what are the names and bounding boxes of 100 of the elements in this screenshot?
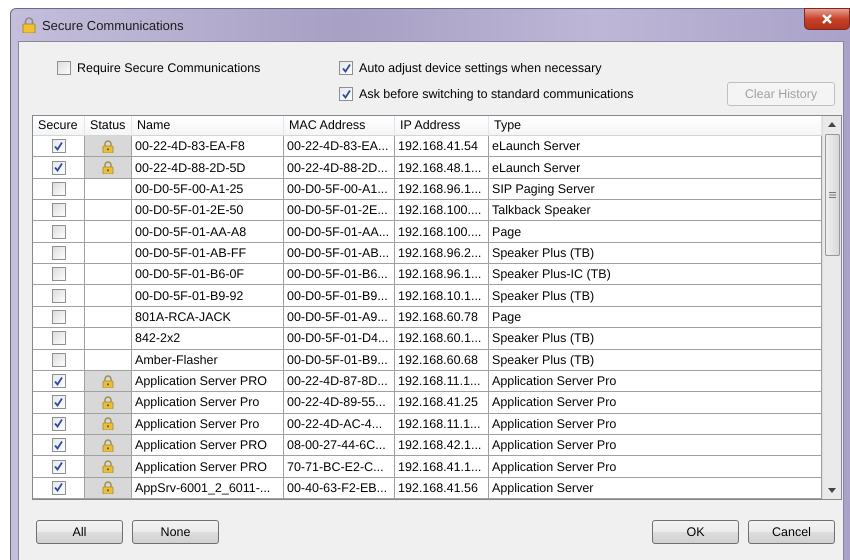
column-header[interactable]: Name [132, 116, 284, 136]
table-cell: 00-22-4D-83-EA-F8 [132, 136, 284, 158]
checkbox[interactable] [52, 139, 66, 154]
table-cell: SIP Paging Server [489, 178, 822, 200]
table-cell: 192.168.11.1... [395, 414, 489, 435]
table-cell: Amber-Flasher [132, 350, 284, 371]
scroll-up-icon[interactable] [828, 122, 836, 127]
padlock-icon [22, 17, 36, 33]
column-header[interactable]: Type [489, 116, 822, 136]
table-cell: Application Server PRO [132, 456, 284, 478]
table-cell: 00-D0-5F-01-AB... [284, 242, 395, 264]
table-cell: 00-22-4D-88-2D-5D [132, 157, 284, 179]
scroll-thumb[interactable] [824, 134, 840, 256]
column-header[interactable]: Secure [33, 116, 85, 136]
checkbox[interactable] [339, 87, 353, 101]
table-cell: 192.168.41.1... [395, 456, 489, 478]
checkbox[interactable] [52, 374, 66, 388]
table-cell: Application Server [489, 478, 822, 499]
table-cell: 192.168.96.1... [395, 264, 489, 286]
table-cell: Application Server Pro [489, 435, 822, 456]
table-cell: 00-22-4D-89-55... [284, 392, 395, 414]
table-cell: Application Server Pro [489, 392, 822, 414]
checkbox-label: Ask before switching to standard communications [359, 87, 634, 101]
table-cell: Page [489, 221, 822, 243]
checkbox[interactable] [52, 438, 66, 452]
table-cell: Application Server Pro [132, 414, 284, 435]
table-cell: 08-00-27-44-6C... [284, 435, 395, 456]
table-cell: 192.168.96.2... [395, 242, 489, 264]
checkbox[interactable] [52, 480, 66, 495]
table-cell: 00-22-4D-AC-4... [284, 414, 395, 435]
checkbox[interactable] [52, 160, 66, 174]
checkbox[interactable] [52, 288, 66, 303]
table-cell: Speaker Plus (TB) [489, 242, 822, 264]
table-cell: 192.168.41.54 [395, 136, 489, 158]
checkbox[interactable] [52, 416, 66, 431]
close-icon [821, 13, 833, 25]
table-cell: 00-D0-5F-01-B6-0F [132, 264, 284, 286]
table-cell: 192.168.10.1... [395, 285, 489, 307]
table-cell: Application Server Pro [489, 414, 822, 435]
checkbox-label: Auto adjust device settings when necessary [359, 61, 602, 75]
checkbox[interactable] [52, 224, 66, 239]
table-cell: Application Server Pro [489, 370, 822, 392]
column-header[interactable]: IP Address [395, 116, 489, 136]
table-cell: 00-D0-5F-00-A1... [284, 178, 395, 200]
checkbox[interactable] [57, 61, 71, 75]
checkbox[interactable] [52, 182, 66, 196]
table-cell: Speaker Plus (TB) [489, 350, 822, 371]
column-header[interactable]: MAC Address [284, 116, 395, 136]
checkbox[interactable] [52, 310, 66, 324]
table-cell: 192.168.96.1... [395, 178, 489, 200]
checkbox[interactable] [52, 246, 66, 260]
dialog-button[interactable]: All [36, 520, 123, 544]
checkbox[interactable] [339, 61, 353, 75]
table-cell: 00-22-4D-87-8D... [284, 370, 395, 392]
checkbox[interactable] [52, 395, 66, 410]
table-cell: Application Server PRO [132, 435, 284, 456]
dialog-button[interactable]: None [132, 520, 219, 544]
scroll-down-icon[interactable] [828, 488, 836, 493]
table-cell: AppSrv-6001_2_6011-... [132, 478, 284, 499]
table-cell: 801A-RCA-JACK [132, 306, 284, 328]
table-cell: 00-D0-5F-01-B6... [284, 264, 395, 286]
table-cell: 192.168.11.1... [395, 370, 489, 392]
table-cell: Talkback Speaker [489, 200, 822, 222]
table-cell: 192.168.100.... [395, 221, 489, 243]
checkbox[interactable] [52, 267, 66, 282]
table-cell: 00-D0-5F-01-2E-50 [132, 200, 284, 222]
table-cell: 00-D0-5F-01-B9-92 [132, 285, 284, 307]
table-cell: Speaker Plus (TB) [489, 328, 822, 350]
table-cell: 192.168.60.1... [395, 328, 489, 350]
table-cell: 70-71-BC-E2-C... [284, 456, 395, 478]
table-cell: 00-D0-5F-01-D4... [284, 328, 395, 350]
dialog-button[interactable]: Cancel [748, 520, 835, 544]
table-cell: 00-22-4D-83-EA... [284, 136, 395, 158]
table-cell: 00-D0-5F-01-2E... [284, 200, 395, 222]
checkbox[interactable] [52, 203, 66, 218]
close-button[interactable] [804, 8, 850, 30]
table-cell: 842-2x2 [132, 328, 284, 350]
scrollbar[interactable] [822, 116, 841, 499]
table-cell: Speaker Plus (TB) [489, 285, 822, 307]
table-cell: 192.168.60.78 [395, 306, 489, 328]
checkbox[interactable] [52, 331, 66, 346]
checkbox[interactable] [52, 460, 66, 474]
table-cell: 00-D0-5F-01-B9... [284, 285, 395, 307]
dialog-button[interactable]: OK [652, 520, 739, 544]
checkbox[interactable] [52, 352, 66, 367]
table-cell: Speaker Plus-IC (TB) [489, 264, 822, 286]
table-cell: 00-D0-5F-01-AB-FF [132, 242, 284, 264]
table-cell: 00-D0-5F-01-A9... [284, 306, 395, 328]
table-cell: Application Server Pro [489, 456, 822, 478]
table-cell: 192.168.100.... [395, 200, 489, 222]
table-cell: 00-D0-5F-01-AA-A8 [132, 221, 284, 243]
checkbox-label: Require Secure Communications [77, 61, 260, 75]
table-cell: Application Server PRO [132, 370, 284, 392]
table-cell: 192.168.41.25 [395, 392, 489, 414]
table-cell: 192.168.42.1... [395, 435, 489, 456]
table-cell: 192.168.60.68 [395, 350, 489, 371]
table-cell: 00-22-4D-88-2D... [284, 157, 395, 179]
window-title: Secure Communications [42, 18, 184, 32]
table-cell: 192.168.48.1... [395, 157, 489, 179]
table-cell: 00-D0-5F-01-B9... [284, 350, 395, 371]
